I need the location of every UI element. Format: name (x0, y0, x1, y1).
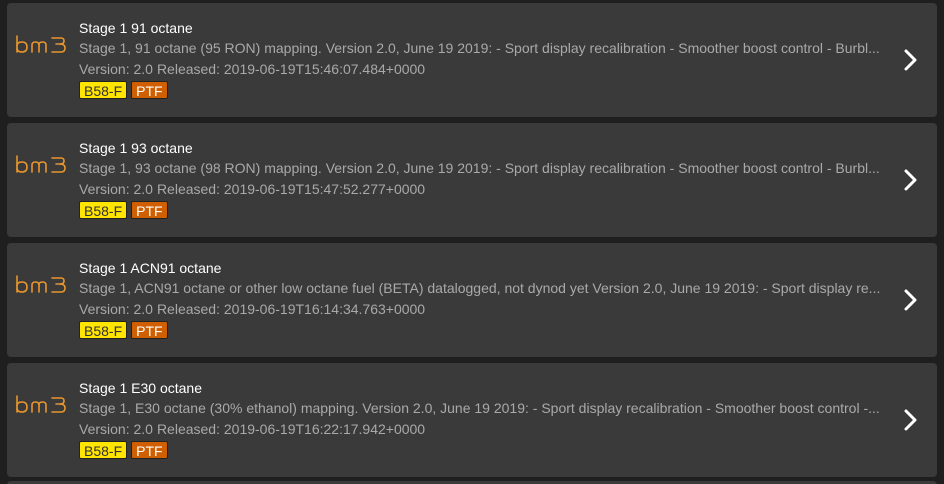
map-title: Stage 1 ACN91 octane (79, 260, 222, 276)
bm3-logo-icon (15, 393, 73, 415)
map-meta: Version: 2.0 Released: 2019-06-19T15:46:0… (79, 60, 885, 78)
chevron-right-icon[interactable] (903, 288, 919, 312)
map-tags: B58-F PTF (79, 321, 885, 341)
car-tag-badge: B58-F (79, 81, 128, 99)
type-tag-badge: PTF (131, 81, 168, 99)
map-released: Released: 2019-06-19T15:47:52.277+0000 (156, 181, 426, 197)
type-tag-badge: PTF (131, 201, 168, 219)
chevron-right-icon[interactable] (903, 168, 919, 192)
map-title: Stage 1 93 octane (79, 140, 193, 156)
map-version: Version: 2.0 (79, 61, 153, 77)
map-released: Released: 2019-06-19T16:22:17.942+0000 (156, 421, 426, 437)
type-tag-badge: PTF (131, 321, 168, 339)
chevron-right-icon[interactable] (903, 408, 919, 432)
chevron-right-icon[interactable] (903, 48, 919, 72)
car-tag-badge: B58-F (79, 441, 128, 459)
map-list-item[interactable]: Stage 1 ACN91 octane Stage 1, ACN91 octa… (7, 243, 937, 357)
map-released: Released: 2019-06-19T15:46:07.484+0000 (156, 61, 426, 77)
bm3-logo-icon (15, 153, 73, 175)
map-item-content: Stage 1 93 octane Stage 1, 93 octane (98… (79, 139, 885, 221)
map-description: Stage 1, E30 octane (30% ethanol) mappin… (79, 400, 880, 416)
map-item-content: Stage 1 91 octane Stage 1, 91 octane (95… (79, 19, 885, 101)
bm3-logo-icon (15, 33, 73, 55)
map-meta: Version: 2.0 Released: 2019-06-19T16:14:3… (79, 300, 885, 318)
map-tags: B58-F PTF (79, 81, 885, 101)
map-released: Released: 2019-06-19T16:14:34.763+0000 (156, 301, 426, 317)
map-tags: B58-F PTF (79, 201, 885, 221)
car-tag-badge: B58-F (79, 321, 128, 339)
map-list-item[interactable]: Stage 1 91 octane Stage 1, 91 octane (95… (7, 3, 937, 117)
map-description: Stage 1, 91 octane (95 RON) mapping. Ver… (79, 40, 880, 56)
map-tags: B58-F PTF (79, 441, 885, 461)
map-meta: Version: 2.0 Released: 2019-06-19T16:22:1… (79, 420, 885, 438)
map-title: Stage 1 91 octane (79, 20, 193, 36)
map-description: Stage 1, 93 octane (98 RON) mapping. Ver… (79, 160, 880, 176)
bm3-logo-icon (15, 273, 73, 295)
map-list-item[interactable]: Stage 1 93 octane Stage 1, 93 octane (98… (7, 123, 937, 237)
map-item-content: Stage 1 E30 octane Stage 1, E30 octane (… (79, 379, 885, 461)
car-tag-badge: B58-F (79, 201, 128, 219)
map-version: Version: 2.0 (79, 181, 153, 197)
map-version: Version: 2.0 (79, 301, 153, 317)
map-meta: Version: 2.0 Released: 2019-06-19T15:47:5… (79, 180, 885, 198)
map-title: Stage 1 E30 octane (79, 380, 202, 396)
map-description: Stage 1, ACN91 octane or other low octan… (79, 280, 881, 296)
map-list-item[interactable]: Stage 1 E30 octane Stage 1, E30 octane (… (7, 363, 937, 477)
map-item-content: Stage 1 ACN91 octane Stage 1, ACN91 octa… (79, 259, 885, 341)
type-tag-badge: PTF (131, 441, 168, 459)
map-version: Version: 2.0 (79, 421, 153, 437)
map-list: Stage 1 91 octane Stage 1, 91 octane (95… (0, 0, 944, 484)
